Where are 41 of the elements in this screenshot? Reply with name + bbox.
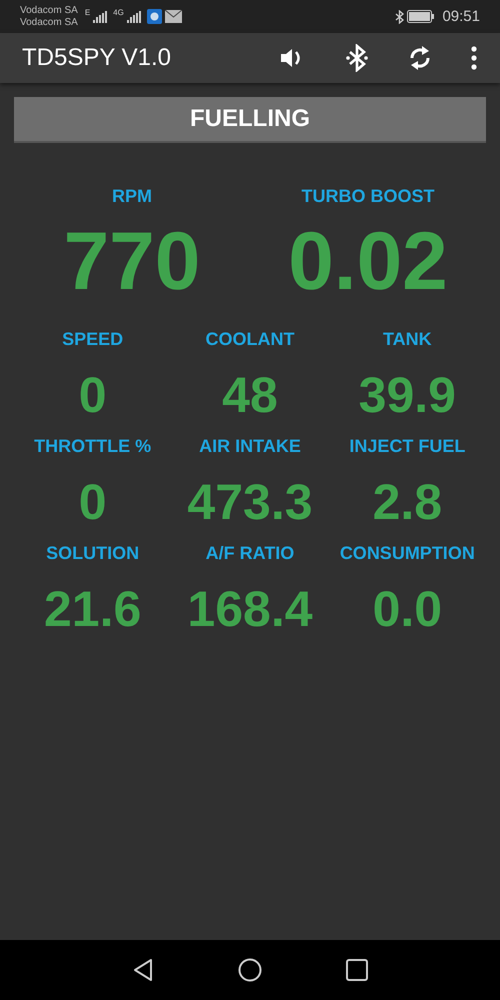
gauge-label: RPM <box>112 186 152 207</box>
back-icon[interactable] <box>132 958 154 982</box>
gauge-value: 21.6 <box>44 580 142 638</box>
gauge-value: 0 <box>78 473 107 531</box>
gauge-label: A/F RATIO <box>206 543 294 564</box>
menu-icon[interactable] <box>470 46 478 70</box>
signal-icon <box>93 10 108 22</box>
gauge-label: CONSUMPTION <box>340 543 475 564</box>
recents-icon[interactable] <box>346 959 368 981</box>
gauge-label: SOLUTION <box>46 543 140 564</box>
section-header: FUELLING <box>14 97 486 143</box>
mail-icon <box>164 10 182 23</box>
app-title: TD5SPY V1.0 <box>22 44 171 72</box>
gauge-label: THROTTLE % <box>34 436 152 457</box>
gauge-label: AIR INTAKE <box>199 436 301 457</box>
bluetooth-icon[interactable] <box>344 44 370 72</box>
gauge-value: 2.8 <box>372 473 442 531</box>
gauge-value: 0 <box>78 366 107 424</box>
shield-icon <box>146 9 162 24</box>
gauge-value: 473.3 <box>187 473 313 531</box>
clock-time: 09:51 <box>442 8 480 25</box>
gauge-label: TURBO BOOST <box>302 186 434 207</box>
battery-icon <box>407 10 436 23</box>
gauge-label: INJECT FUEL <box>349 436 466 457</box>
carrier-name: Vodacom SA <box>20 16 78 28</box>
sync-icon[interactable] <box>408 44 432 72</box>
gauge-value: 39.9 <box>358 366 456 424</box>
gauge-label: COOLANT <box>205 329 294 350</box>
network-type-label: E <box>84 8 90 17</box>
gauge-value: 0.02 <box>288 215 448 309</box>
gauge-label: SPEED <box>62 329 124 350</box>
gauge-value: 770 <box>64 215 200 309</box>
gauge-value: 168.4 <box>187 580 313 638</box>
home-icon[interactable] <box>238 958 262 982</box>
bluetooth-icon <box>395 10 404 24</box>
gauge-value: 0.0 <box>372 580 442 638</box>
carrier-name: Vodacom SA <box>20 4 78 16</box>
signal-icon <box>126 10 141 22</box>
gauge-value: 48 <box>222 366 278 424</box>
gauge-label: TANK <box>382 329 432 350</box>
network-type-label: 4G <box>113 8 124 17</box>
